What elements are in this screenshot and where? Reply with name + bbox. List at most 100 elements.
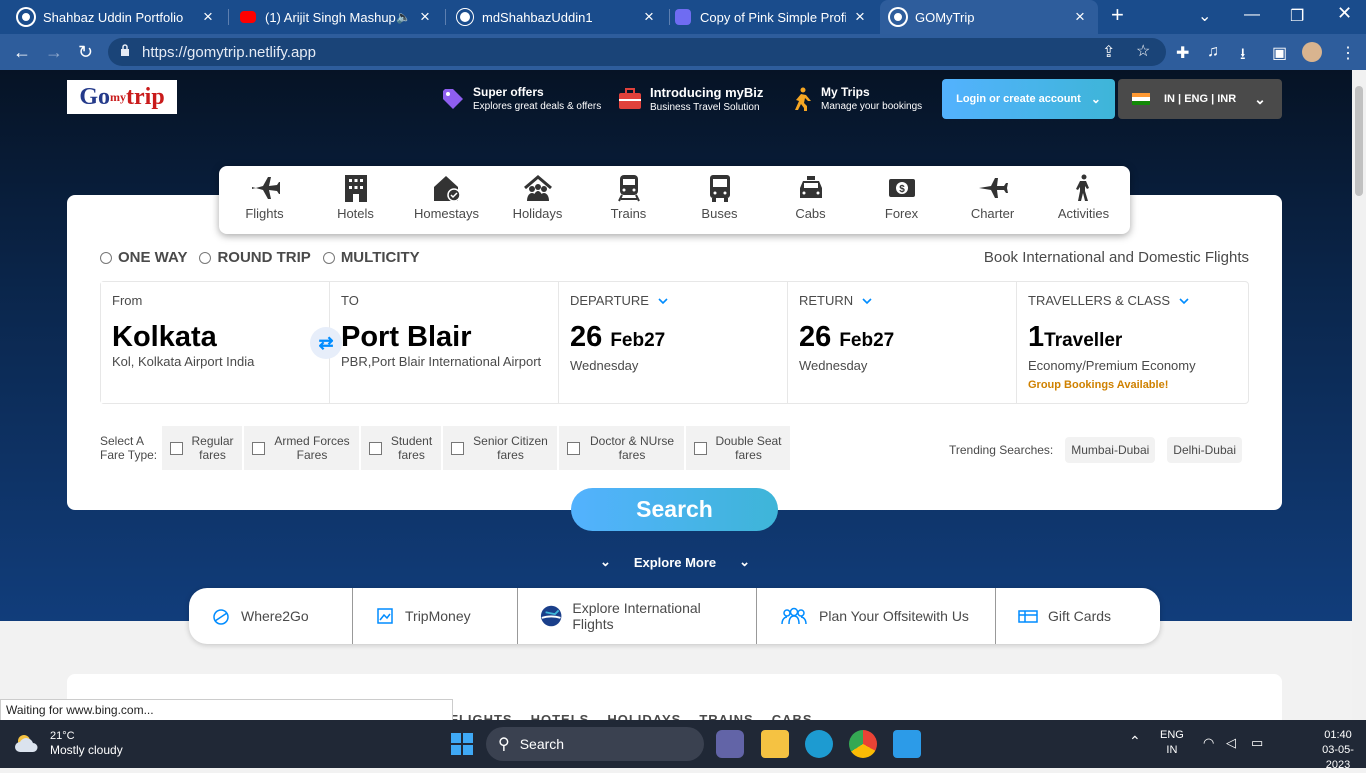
browser-tab[interactable]: Shahbaz Uddin Portfolio ×	[8, 0, 226, 34]
checkbox[interactable]	[170, 441, 183, 455]
mybiz-link[interactable]: Introducing myBiz Business Travel Solutio…	[618, 85, 763, 113]
return-field[interactable]: RETURN 26 Feb27 Wednesday	[788, 282, 1017, 403]
meet-app-icon[interactable]	[716, 730, 744, 758]
browser-tab[interactable]: (1) Arijit Singh Mashup | 🔈 ×	[230, 0, 443, 34]
nav-homestays[interactable]: Homestays	[401, 174, 492, 221]
offers-tab[interactable]: FLIGHTS	[450, 712, 513, 720]
nav-activities[interactable]: Activities	[1038, 174, 1129, 221]
menu-icon[interactable]: ⋮	[1340, 43, 1356, 63]
tab-search-chevron-icon[interactable]: ⌄	[1198, 6, 1211, 26]
swap-icon[interactable]: ⇄	[310, 327, 342, 359]
share-icon[interactable]: ⇪	[1102, 42, 1115, 62]
checkbox[interactable]	[694, 441, 707, 455]
sidepanel-icon[interactable]: ▣	[1272, 43, 1287, 63]
trending-chip[interactable]: Delhi-Dubai	[1167, 437, 1242, 463]
close-tab-icon[interactable]: ×	[641, 7, 657, 27]
nav-international-flights[interactable]: Explore International Flights	[518, 588, 757, 644]
nav-flights[interactable]: Flights	[219, 174, 310, 221]
close-tab-icon[interactable]: ×	[417, 7, 433, 27]
fare-option-senior-citizen[interactable]: Senior Citizen fares	[443, 426, 557, 470]
scrollbar-thumb[interactable]	[1355, 86, 1363, 196]
checkbox[interactable]	[451, 441, 464, 455]
nav-forex[interactable]: $ Forex	[856, 174, 947, 221]
super-offers-link[interactable]: Super offers Explores great deals & offer…	[441, 85, 601, 112]
group-bookings-note[interactable]: Group Bookings Available!	[1028, 379, 1237, 391]
chevron-up-icon[interactable]: ⌃	[1129, 734, 1141, 749]
fare-option-armed-forces[interactable]: Armed Forces Fares	[244, 426, 359, 470]
wifi-icon[interactable]: ◠	[1203, 735, 1214, 750]
edge-icon[interactable]	[805, 730, 833, 758]
explore-more-toggle[interactable]: ⌄ Explore More ⌄	[600, 554, 750, 570]
clock[interactable]: 01:40 03-05-2023	[1310, 728, 1366, 773]
weather-widget[interactable]: 21°C Mostly cloudy	[14, 729, 123, 757]
offers-tab[interactable]: HOLIDAYS	[607, 712, 681, 720]
close-tab-icon[interactable]: ×	[1072, 7, 1088, 27]
browser-tab-active[interactable]: GOMyTrip ×	[880, 0, 1098, 34]
search-button[interactable]: Search	[571, 488, 778, 531]
nav-buses[interactable]: Buses	[674, 174, 765, 221]
file-explorer-icon[interactable]	[761, 730, 789, 758]
to-field[interactable]: ⇄ TO Port Blair PBR,Port Blair Internati…	[310, 282, 559, 403]
nav-where2go[interactable]: Where2Go	[189, 588, 353, 644]
departure-field[interactable]: DEPARTURE 26 Feb27 Wednesday	[559, 282, 788, 403]
fare-option-student[interactable]: Student fares	[361, 426, 441, 470]
checkbox[interactable]	[369, 441, 382, 455]
browser-tab[interactable]: Copy of Pink Simple Profile R ×	[665, 0, 878, 34]
return-day: 26	[799, 321, 832, 353]
taskbar-search[interactable]: ⚲ Search	[486, 727, 704, 761]
fare-option-regular[interactable]: Regular fares	[162, 426, 242, 470]
page-scrollbar[interactable]	[1352, 70, 1366, 720]
close-tab-icon[interactable]: ×	[852, 7, 868, 27]
radio-circle[interactable]	[322, 251, 335, 264]
language-currency-selector[interactable]: IN | ENG | INR ⌄	[1118, 79, 1282, 119]
radio-one-way[interactable]: ONE WAY	[100, 249, 187, 266]
checkbox[interactable]	[252, 441, 265, 455]
media-icon[interactable]: ♫	[1207, 43, 1219, 61]
my-trips-link[interactable]: My Trips Manage your bookings	[789, 85, 922, 112]
close-tab-icon[interactable]: ×	[200, 7, 216, 27]
extensions-icon[interactable]: ✚	[1176, 43, 1189, 63]
nav-hotels[interactable]: Hotels	[310, 174, 401, 221]
travellers-field[interactable]: TRAVELLERS & CLASS 1Traveller Economy/Pr…	[1017, 282, 1248, 403]
offers-tab[interactable]: TRAINS	[699, 712, 753, 720]
back-icon[interactable]: ←	[13, 42, 31, 63]
nav-plan-offsite[interactable]: Plan Your Offsitewith Us	[757, 588, 996, 644]
reload-icon[interactable]: ↻	[78, 42, 93, 63]
volume-icon[interactable]: ◁	[1226, 735, 1236, 750]
offers-tab[interactable]: CABS	[772, 712, 813, 720]
language-indicator[interactable]: ENG IN	[1160, 728, 1184, 758]
forward-icon[interactable]: →	[45, 42, 63, 63]
radio-circle[interactable]	[100, 251, 112, 264]
nav-charter[interactable]: Charter	[947, 174, 1038, 221]
close-window-button[interactable]: ✕	[1337, 3, 1352, 24]
nav-tripmoney[interactable]: TripMoney	[353, 588, 518, 644]
nav-trains[interactable]: Trains	[583, 174, 674, 221]
radio-round-trip[interactable]: ROUND TRIP	[199, 249, 311, 266]
checkbox[interactable]	[567, 441, 580, 455]
browser-tab[interactable]: mdShahbazUddin1 ×	[447, 0, 667, 34]
address-bar[interactable]: https://gomytrip.netlify.app ⇪ ☆	[108, 38, 1166, 66]
fare-option-double-seat[interactable]: Double Seat fares	[686, 426, 790, 470]
download-icon[interactable]: ⭳	[1240, 43, 1246, 70]
login-button[interactable]: Login or create account ⌄	[942, 79, 1115, 119]
chrome-icon[interactable]	[849, 730, 877, 758]
minimize-button[interactable]: —	[1244, 6, 1260, 24]
nav-holidays[interactable]: Holidays	[492, 174, 583, 221]
windows-start-icon[interactable]	[448, 730, 476, 758]
star-icon[interactable]: ☆	[1136, 41, 1150, 61]
from-field[interactable]: From Kolkata Kol, Kolkata Airport India	[101, 282, 330, 403]
restore-button[interactable]: ❐	[1290, 6, 1304, 26]
vscode-icon[interactable]	[893, 730, 921, 758]
nav-gift-cards[interactable]: Gift Cards	[996, 588, 1160, 644]
new-tab-button[interactable]: +	[1111, 2, 1124, 28]
battery-icon[interactable]: ▭	[1251, 735, 1263, 750]
radio-circle[interactable]	[199, 251, 212, 264]
site-logo[interactable]: Go my trip	[67, 80, 177, 114]
offers-tab[interactable]: HOTELS	[531, 712, 590, 720]
radio-multicity[interactable]: MULTICITY	[322, 249, 420, 266]
nav-cabs[interactable]: Cabs	[765, 174, 856, 221]
trending-chip[interactable]: Mumbai-Dubai	[1065, 437, 1156, 463]
fare-option-doctor-nurse[interactable]: Doctor & NUrse fares	[559, 426, 684, 470]
avatar[interactable]	[1302, 42, 1322, 62]
speaker-icon[interactable]: 🔈	[396, 10, 411, 24]
